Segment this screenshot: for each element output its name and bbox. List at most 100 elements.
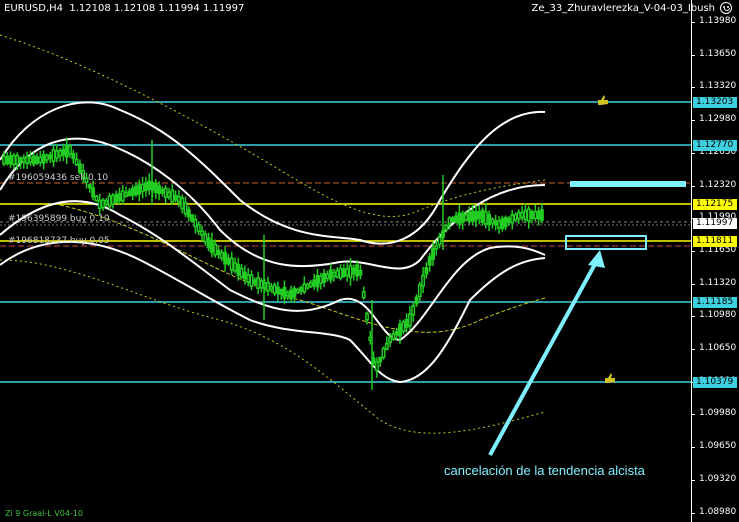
candle-body	[302, 283, 307, 293]
candle-body	[51, 148, 56, 163]
price-tick-mark	[691, 152, 695, 154]
price-tick-label: 1.09650	[699, 441, 737, 452]
candle-body	[203, 233, 208, 243]
candle-body	[480, 209, 485, 223]
candle-body	[249, 274, 254, 287]
price-label-1: 1.13203	[693, 97, 737, 108]
candle-body	[68, 145, 72, 155]
order-label-buy[interactable]: #196395899 buy 0.10	[8, 214, 110, 224]
candle-body	[213, 243, 218, 256]
candle-body	[44, 154, 49, 161]
candle-body	[526, 208, 531, 222]
candle-body	[312, 279, 317, 287]
candle-body	[282, 286, 287, 299]
order-label-sell[interactable]: #196059436 sell 0.10	[8, 173, 108, 183]
candle-body	[124, 192, 129, 198]
candle-body	[503, 216, 508, 228]
price-tick-label: 1.12980	[699, 114, 737, 125]
candle-body	[289, 289, 294, 300]
price-label-4: 1.11997	[693, 218, 737, 229]
price-tick-label: 1.08980	[699, 506, 737, 517]
candle-body	[170, 189, 175, 203]
candle-body	[223, 251, 228, 265]
candle-body	[490, 218, 495, 224]
price-label-5: 1.11811	[693, 236, 737, 247]
candle-body	[233, 262, 237, 272]
candle-body	[341, 268, 346, 277]
candle-body	[5, 155, 10, 165]
candle-body	[417, 284, 422, 298]
candle-body	[447, 217, 452, 225]
candle-body	[190, 214, 195, 222]
candle-body	[315, 275, 320, 288]
candle-body	[351, 267, 356, 275]
candle-body	[292, 287, 297, 298]
price-label-6: 1.11185	[693, 297, 737, 308]
candle-body	[295, 289, 300, 294]
price-tick-mark	[691, 185, 695, 187]
candle-body	[94, 195, 99, 202]
candle-body	[322, 272, 327, 283]
candle-body	[2, 155, 6, 165]
candle-body	[259, 280, 264, 289]
candle-body	[229, 257, 234, 271]
candle-body	[101, 199, 105, 209]
candle-body	[398, 323, 402, 337]
candle-body	[381, 347, 386, 359]
candle-body	[358, 269, 363, 276]
candle-body	[183, 201, 188, 215]
candle-body	[226, 257, 231, 265]
candle-body	[143, 182, 148, 192]
arrow-icon	[488, 254, 602, 456]
price-tick-mark	[691, 349, 695, 350]
resistance-zone-bar	[570, 181, 686, 187]
price-label-3: 1.12175	[693, 199, 737, 210]
candle-body	[48, 154, 53, 159]
candle-body	[454, 215, 459, 223]
candle-body	[104, 200, 109, 205]
candle-body	[28, 157, 33, 163]
candle-body	[147, 180, 152, 190]
price-tick-mark	[691, 479, 695, 481]
candle-body	[536, 210, 541, 220]
candle-body	[219, 251, 224, 259]
price-tick-label: 1.13980	[699, 16, 737, 26]
candle-body	[275, 286, 280, 295]
candle-body	[18, 157, 23, 163]
price-chart[interactable]	[0, 0, 739, 522]
arrow-head	[588, 250, 605, 268]
candle-body	[533, 210, 538, 220]
candle-body	[38, 156, 43, 164]
candle-body	[180, 197, 185, 210]
candle-body	[97, 199, 102, 210]
candle-body	[470, 210, 475, 222]
candle-body	[120, 190, 125, 202]
candle-body	[216, 249, 221, 256]
candle-body	[539, 209, 544, 221]
candle-body	[127, 190, 132, 197]
candle-body	[318, 275, 323, 284]
chart-window[interactable]: EURUSD,H4 1.12108 1.12108 1.11994 1.1199…	[0, 0, 739, 522]
candle-body	[173, 194, 178, 201]
candle-body	[394, 331, 399, 336]
candle-body	[361, 290, 366, 299]
candle-body	[348, 264, 353, 279]
candle-body	[35, 156, 39, 164]
candle-body	[193, 218, 198, 228]
candle-body	[473, 210, 478, 221]
candle-body	[134, 186, 138, 196]
candle-body	[374, 361, 379, 372]
candle-body	[176, 195, 181, 203]
candle-body	[167, 191, 171, 198]
candle-body	[74, 158, 79, 166]
price-label-2: 1.12770	[693, 140, 737, 151]
candle-body	[388, 336, 393, 344]
candle-body	[355, 264, 360, 277]
price-tick-label: 1.11320	[699, 277, 737, 288]
candle-body	[266, 281, 270, 292]
candle-body	[153, 182, 158, 194]
price-tick-label: 1.12320	[699, 179, 737, 190]
candle-body	[411, 305, 416, 316]
candle-body	[163, 187, 168, 199]
order-label-buy-2[interactable]: #196818737 buy 0.05	[8, 236, 110, 246]
